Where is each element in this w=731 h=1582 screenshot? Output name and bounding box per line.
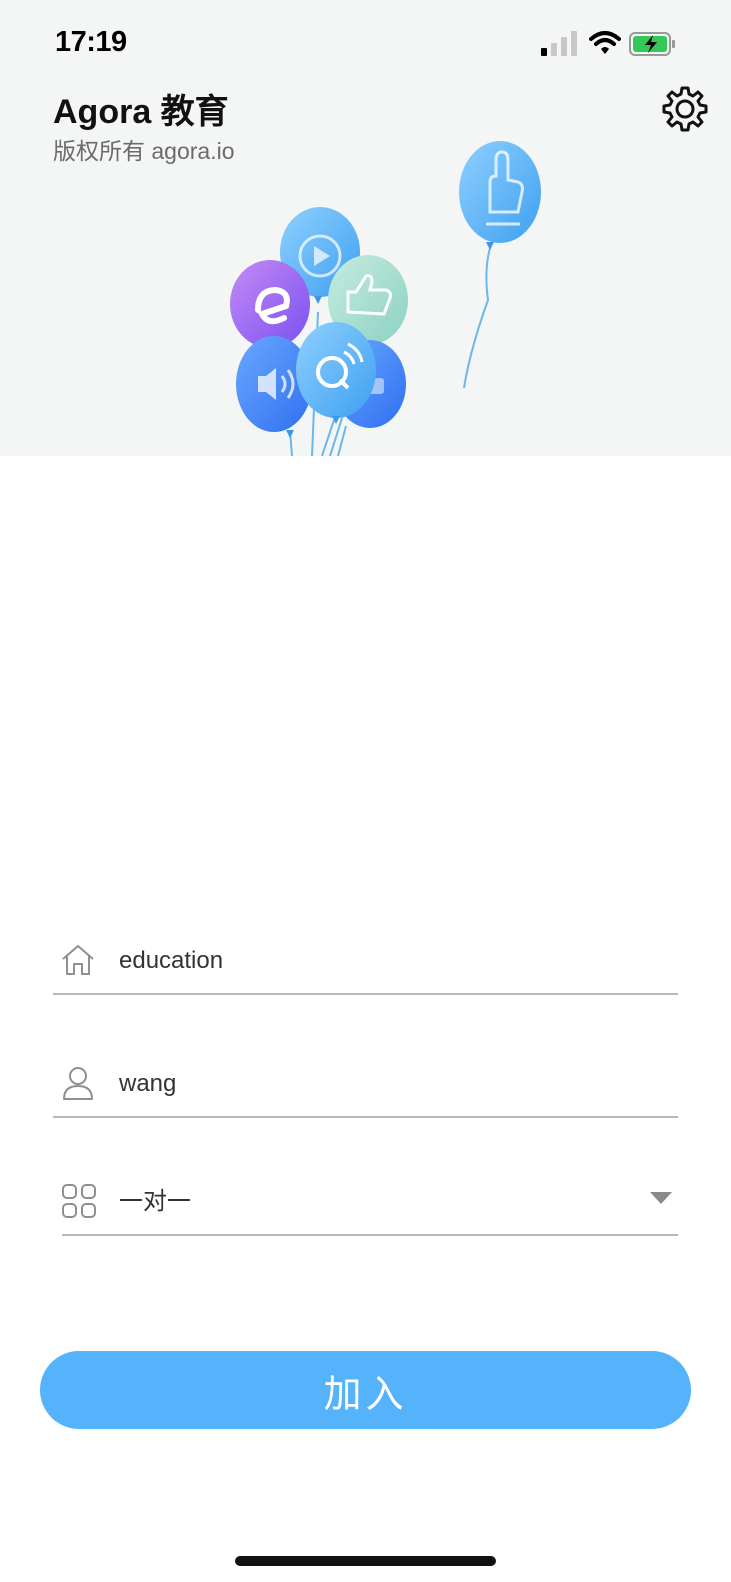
gear-icon[interactable] — [661, 84, 709, 132]
chat-balloon — [296, 322, 376, 418]
thumbs-balloon — [328, 255, 408, 345]
class-mode-select[interactable]: 一对一 — [62, 1176, 678, 1236]
room-name-input[interactable] — [119, 935, 659, 987]
user-name-input[interactable] — [119, 1058, 659, 1110]
status-icons — [541, 30, 701, 60]
home-indicator[interactable] — [235, 1556, 496, 1566]
balloons-illustration — [230, 141, 541, 456]
user-name-field[interactable] — [53, 1058, 678, 1118]
join-button[interactable]: 加入 — [40, 1351, 691, 1429]
app-title: Agora 教育 — [53, 93, 229, 131]
signal-icon — [541, 31, 577, 56]
battery-charging-icon — [629, 32, 675, 56]
grid-icon — [62, 1184, 96, 1218]
caret-down-icon[interactable] — [650, 1192, 672, 1206]
room-name-field[interactable] — [53, 935, 678, 995]
play-balloon — [280, 207, 360, 297]
class-mode-value: 一对一 — [119, 1188, 191, 1215]
edu-balloon — [230, 260, 310, 348]
hero-banner: 17:19 Agora 教育 版权所有 agora.io — [0, 0, 731, 456]
hand-balloon — [459, 141, 541, 243]
status-time: 17:19 — [55, 26, 127, 58]
wifi-icon — [589, 31, 621, 54]
home-icon — [62, 945, 94, 975]
user-icon — [63, 1067, 93, 1100]
speaker-balloon — [236, 336, 312, 432]
app-subtitle: 版权所有 agora.io — [53, 138, 235, 164]
app-screen: 17:19 Agora 教育 版权所有 agora.io education w… — [0, 0, 731, 1582]
camera-balloon — [334, 340, 406, 428]
